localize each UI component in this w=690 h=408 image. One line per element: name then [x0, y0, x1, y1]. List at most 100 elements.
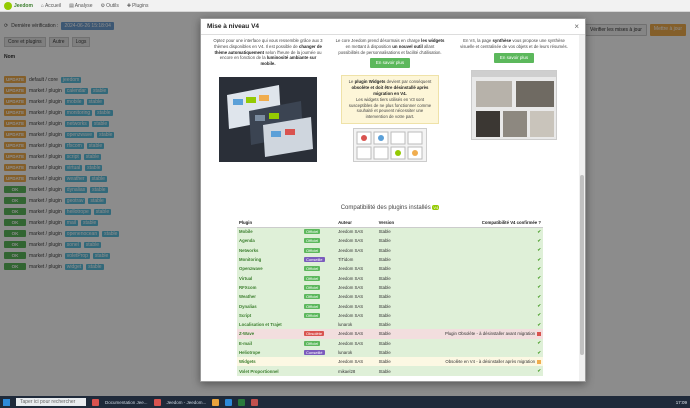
plugin-editor: Officiel [302, 236, 337, 246]
plugin-version: Stable [376, 264, 404, 274]
themes-screenshot [219, 76, 317, 162]
taskbar-search-input[interactable]: Taper ici pour rechercher [16, 398, 86, 406]
compat-row: Mobile Officiel Jeedom SAS Stable ✔ [237, 227, 543, 237]
plugin-version: Stable [376, 329, 404, 339]
editor-badge: Officiel [304, 340, 321, 346]
plugin-author: lunarok [336, 319, 377, 330]
plugin-editor [302, 366, 337, 376]
taskbar-app-documentation[interactable]: Documentation Jee... [105, 400, 148, 405]
card-widgets-text: Le core Jeedom prend désormais en charge… [335, 38, 445, 55]
editor-badge: Officiel [304, 303, 321, 309]
plugin-editor: Officiel [302, 227, 337, 237]
nav-analyse[interactable]: ▤ Analyse [69, 3, 93, 9]
upgrade-v4-modal: Mise à niveau V4 × Optez pour une interf… [200, 18, 586, 382]
chrome-icon[interactable] [153, 398, 161, 406]
plugin-version: Stable [376, 245, 404, 255]
plugin-compat: ✔ [403, 319, 543, 330]
compat-section-title: Compatibilité des plugins installés V4 [340, 205, 440, 211]
modal-header: Mise à niveau V4 × [201, 19, 585, 35]
plugin-version: Stable [376, 273, 404, 283]
plugin-editor: Conseillé [302, 347, 337, 358]
compat-row: Virtual Officiel Jeedom SAS Stable ✔ [237, 273, 543, 283]
plugin-editor: Conseille [302, 254, 337, 265]
plugin-compat: ✔ [403, 347, 543, 358]
plugin-compat: ✔ [403, 273, 543, 283]
nav-accueil[interactable]: ⌂ Accueil [41, 3, 61, 9]
jeedom-logo-icon [4, 1, 12, 10]
plugin-name: Widgets [237, 357, 303, 367]
warning-icon [537, 360, 541, 365]
nav-plugins[interactable]: ✚ Plugins [127, 3, 149, 9]
plugin-compat: ✔ [403, 301, 543, 311]
plugin-name: RFXcom [237, 282, 303, 293]
modal-title: Mise à niveau V4 [207, 23, 260, 30]
plugin-compat: ✔ [403, 254, 543, 265]
plugin-editor: Obsolète [302, 329, 337, 339]
plugin-name: Weather [237, 292, 303, 302]
plugin-editor: Officiel [302, 245, 337, 255]
plugin-author: Jeedom SAS [336, 338, 377, 348]
powerpoint-icon[interactable] [251, 398, 259, 406]
col-plugin: Plugin [237, 218, 303, 228]
plugin-name: Monitoring [237, 254, 303, 265]
col-compat: Compatibilité V4 confirmée ? [403, 218, 543, 228]
plugin-author: Jeedom SAS [336, 310, 377, 320]
plugin-compat: ✔ [403, 236, 543, 246]
col-editor [302, 218, 337, 228]
plugin-editor: Officiel [302, 273, 337, 283]
plugin-version: Stable [376, 319, 404, 330]
plugin-compat: ✔ [403, 245, 543, 255]
plugin-name: Volet Proportionnel [237, 366, 303, 376]
compat-row: Dynalias Officiel Jeedom SAS Stable ✔ [237, 301, 543, 311]
synthese-learn-more-button[interactable]: En savoir plus [493, 52, 535, 63]
plugin-compat: ✔ [403, 264, 543, 274]
modal-scrollbar[interactable] [579, 35, 585, 381]
compat-row: E-mail Officiel Jeedom SAS Stable ✔ [237, 338, 543, 348]
compat-row: Widgets Jeedom SAS Stable Obsolète en V4 - … [237, 357, 543, 367]
plugin-editor: Officiel [302, 301, 337, 311]
chrome-icon[interactable] [92, 398, 99, 406]
editor-badge: Officiel [304, 275, 321, 281]
plugin-version: Stable [376, 227, 404, 237]
windows-start-icon[interactable] [3, 398, 10, 406]
folder-icon[interactable] [212, 398, 220, 406]
plugin-name: Heliotrope [237, 347, 303, 358]
plugin-author: Jeedom SAS [336, 282, 377, 293]
plugin-name: Script [237, 310, 303, 320]
modal-body: Optez pour une interface qui vous ressem… [205, 35, 579, 379]
compat-row: RFXcom Officiel Jeedom SAS Stable ✔ [237, 282, 543, 293]
word-icon[interactable] [225, 398, 233, 406]
editor-badge: Officiel [304, 229, 321, 235]
nav-outils[interactable]: ⚙ Outils [101, 3, 119, 9]
plugin-author: Jeedom SAS [336, 236, 377, 246]
editor-badge: Officiel [304, 238, 321, 244]
close-icon[interactable]: × [574, 22, 579, 31]
widgets-warning-note: Le plugin Widgets devient par conséquent… [341, 75, 439, 125]
compat-table-header: Plugin Auteur Version Compatibilité V4 c… [237, 218, 543, 228]
plugin-compat: ✔ [403, 310, 543, 320]
plugin-version: Stable [376, 236, 404, 246]
plugin-editor: Officiel [302, 264, 337, 274]
editor-badge: Officiel [304, 284, 321, 290]
editor-badge: Obsolète [304, 331, 325, 337]
editor-badge: Conseille [304, 257, 325, 263]
plugin-compat: ✔ [403, 227, 543, 237]
v4-badge: V4 [432, 205, 440, 210]
modal-scroll-thumb[interactable] [580, 175, 584, 355]
plugin-name: Mobile [237, 227, 303, 237]
taskbar-app-jeedom[interactable]: Jeedom - Jeedom... [167, 400, 207, 405]
card-themes-text: Optez pour une interface qui vous ressem… [213, 38, 323, 67]
editor-badge: Officiel [304, 294, 321, 300]
jeedom-logo[interactable]: Jeedom [4, 1, 33, 10]
plugin-version: Stable [376, 282, 404, 293]
plugin-compat: Plugin Obsolète - à désinstaller avant m… [403, 329, 543, 339]
plugin-compat: Obsolète en V4 - à désinstaller après mi… [403, 357, 543, 367]
card-themes: Optez pour une interface qui vous ressem… [209, 35, 327, 213]
col-author: Auteur [336, 218, 377, 228]
plugin-author: Jeedom SAS [336, 245, 377, 255]
compat-table: Plugin Auteur Version Compatibilité V4 c… [237, 218, 543, 376]
plugin-name: Networks [237, 245, 303, 255]
excel-icon[interactable] [238, 398, 246, 406]
compat-row: Z-Wave Obsolète Jeedom SAS Stable Plugin Obs… [237, 329, 543, 339]
widgets-learn-more-button[interactable]: En savoir plus [369, 58, 411, 69]
